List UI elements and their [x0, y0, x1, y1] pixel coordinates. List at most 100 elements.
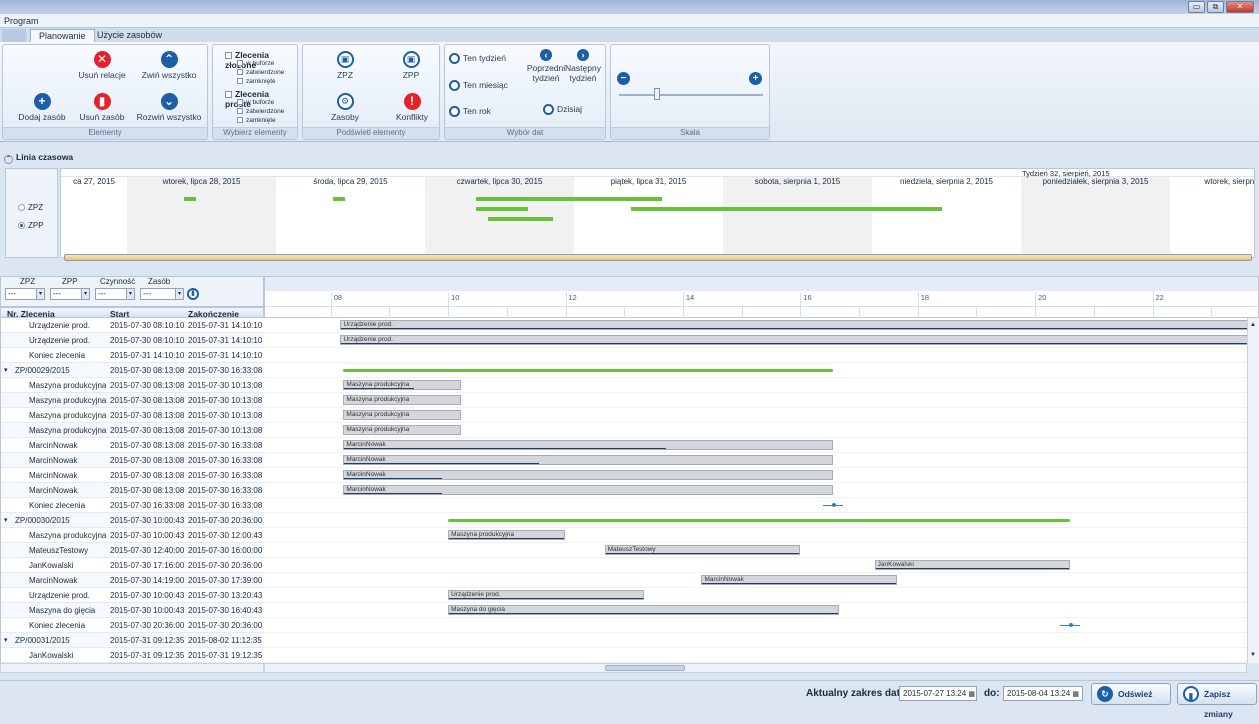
timeline-bar[interactable] [631, 207, 942, 211]
gantt-task-bar[interactable]: MarcinNowak [343, 455, 833, 465]
gantt-task-bar[interactable]: Maszyna do gięcia [448, 605, 840, 615]
gantt-task-bar[interactable]: Maszyna produkcyjna [448, 530, 566, 540]
timeline-bar[interactable] [333, 197, 345, 201]
calendar-icon[interactable]: ▦ [968, 691, 975, 698]
gantt-task-bar[interactable]: MarcinNowak [701, 575, 898, 585]
gantt-milestone[interactable] [1060, 623, 1081, 627]
table-row[interactable]: Maszyna produkcyjna 2015-07-30 08:13:08 20… [1, 423, 265, 438]
gantt-summary-bar[interactable] [343, 369, 833, 372]
timeline-bar[interactable] [184, 197, 196, 201]
table-row[interactable]: Maszyna produkcyjna 2015-07-30 08:13:08 20… [1, 408, 265, 423]
delete-relations-button[interactable]: ✕ Usuń relacje [77, 51, 127, 80]
table-row[interactable]: MarcinNowak 2015-07-30 14:19:00 2015-07-30… [1, 573, 265, 588]
clear-filter-icon[interactable]: ▮ [187, 288, 199, 300]
filter-zasob-select[interactable]: --- ▾ [140, 288, 184, 300]
save-changes-button[interactable]: ▮ Zapisz zmiany [1177, 683, 1257, 719]
checkbox-zlozone-zamkniete[interactable]: zamknięte [237, 78, 276, 85]
zoom-in-icon[interactable]: + [749, 72, 762, 85]
delete-resource-button[interactable]: ▮ Usuń zasób [77, 93, 127, 122]
date-to-input[interactable]: 2015-08-04 13:24 ▦ [1003, 686, 1083, 701]
highlight-resources-button[interactable]: ⚙ Zasoby [323, 93, 367, 122]
gantt-task-bar[interactable]: Maszyna produkcyjna [343, 425, 461, 435]
scale-slider-thumb[interactable] [653, 88, 660, 100]
checkbox-zlozone-w-buforze[interactable]: w buforze [237, 60, 274, 67]
timeline-bar[interactable] [476, 207, 528, 211]
timeline-bar[interactable] [488, 217, 553, 221]
table-row[interactable]: ▾ ZP/00031/2015 2015-07-31 09:12:35 2015-0… [1, 633, 265, 648]
gantt-horizontal-scrollbar[interactable] [264, 663, 1247, 673]
gantt-body[interactable]: Urządzenie prod. Urządzenie prod. Maszyna … [264, 318, 1247, 663]
table-row[interactable]: Maszyna do gięcia 2015-07-30 10:00:43 2015… [1, 603, 265, 618]
expand-toggle-icon[interactable]: ▾ [4, 363, 8, 378]
radio-zpp[interactable]: ZPP [18, 221, 44, 230]
timeline-bar[interactable] [476, 197, 662, 201]
table-row[interactable]: JanKowalski 2015-07-30 17:16:00 2015-07-30… [1, 558, 265, 573]
gantt-summary-bar[interactable] [448, 519, 1071, 522]
table-row[interactable]: Koniec zlecenia 2015-07-30 20:36:00 2015-0… [1, 618, 265, 633]
gantt-task-bar[interactable]: JanKowalski [874, 560, 1071, 570]
next-week-button[interactable]: › Następny tydzień [561, 49, 605, 83]
this-month-button[interactable]: Ten miesiąc [449, 80, 508, 92]
this-week-button[interactable]: Ten tydzień [449, 53, 506, 65]
today-button[interactable]: Dzisiaj [543, 104, 582, 116]
restore-button[interactable]: ⧉ [1207, 1, 1224, 13]
add-resource-button[interactable]: + Dodaj zasób [17, 93, 67, 122]
table-row[interactable]: MarcinNowak 2015-07-30 08:13:08 2015-07-30… [1, 483, 265, 498]
expand-toggle-icon[interactable]: ▾ [4, 633, 8, 648]
table-row[interactable]: ▾ ZP/00029/2015 2015-07-30 08:13:08 2015-0… [1, 363, 265, 378]
checkbox-proste-w-buforze[interactable]: w buforze [237, 99, 274, 106]
table-row[interactable]: MarcinNowak 2015-07-30 08:13:08 2015-07-30… [1, 438, 265, 453]
gantt-task-bar[interactable]: Maszyna produkcyjna [343, 410, 461, 420]
refresh-button[interactable]: ↻ Odśwież [1091, 683, 1171, 705]
checkbox-proste-zatwierdzone[interactable]: zatwierdzone [237, 108, 284, 115]
highlight-conflicts-button[interactable]: ! Konflikty [389, 93, 435, 122]
gantt-task-bar[interactable]: MarcinNowak [343, 470, 833, 480]
menu-program[interactable]: Program [4, 16, 39, 26]
timeline-scrollbar[interactable] [64, 254, 1252, 261]
table-row[interactable]: Maszyna produkcyjna 2015-07-30 10:00:43 20… [1, 528, 265, 543]
gantt-task-bar[interactable]: Maszyna produkcyjna [343, 395, 461, 405]
gantt-task-bar[interactable]: Urządzenie prod. [340, 320, 1247, 330]
scroll-down-icon[interactable]: ▼ [1250, 652, 1256, 658]
table-row[interactable]: Koniec zlecenia 2015-07-31 14:10:10 2015-0… [1, 348, 265, 363]
gantt-milestone[interactable] [822, 503, 843, 507]
gantt-task-bar[interactable]: MarcinNowak [343, 485, 833, 495]
highlight-zpp-button[interactable]: ▣ ZPP [389, 51, 433, 80]
this-year-button[interactable]: Ten rok [449, 106, 491, 118]
grid-horizontal-scrollbar[interactable] [0, 663, 264, 673]
app-menu-tab[interactable] [2, 29, 26, 42]
filter-czynnosc-select[interactable]: --- ▾ [95, 288, 135, 300]
zoom-out-icon[interactable]: − [617, 72, 630, 85]
table-row[interactable]: Maszyna produkcyjna 2015-07-30 08:13:08 20… [1, 393, 265, 408]
gantt-task-bar[interactable]: MateuszTestowy [604, 545, 801, 555]
highlight-zpz-button[interactable]: ▣ ZPZ [323, 51, 367, 80]
table-row[interactable]: JanKowalski 2015-07-31 09:12:35 2015-07-31… [1, 648, 265, 663]
gantt-task-bar[interactable]: Urządzenie prod. [340, 335, 1247, 345]
checkbox-zlozone-zatwierdzone[interactable]: zatwierdzone [237, 69, 284, 76]
tab-planowanie[interactable]: Planowanie [30, 29, 95, 42]
date-from-input[interactable]: 2015-07-27 13:24 ▦ [899, 686, 977, 701]
table-row[interactable]: Urządzenie prod. 2015-07-30 08:10:10 2015-… [1, 318, 265, 333]
expand-toggle-icon[interactable]: ▾ [4, 513, 8, 528]
checkbox-proste-zamkniete[interactable]: zamknięte [237, 117, 276, 124]
close-button[interactable]: ✕ [1226, 1, 1254, 13]
minimize-button[interactable]: ▭ [1188, 1, 1205, 13]
calendar-icon[interactable]: ▦ [1072, 691, 1079, 698]
radio-zpz[interactable]: ZPZ [18, 203, 43, 212]
table-row[interactable]: MateuszTestowy 2015-07-30 12:40:00 2015-07… [1, 543, 265, 558]
table-row[interactable]: Urządzenie prod. 2015-07-30 08:10:10 2015-… [1, 333, 265, 348]
table-row[interactable]: Urządzenie prod. 2015-07-30 10:00:43 2015-… [1, 588, 265, 603]
gantt-task-bar[interactable]: Urządzenie prod. [448, 590, 644, 600]
filter-zpz-select[interactable]: --- ▾ [5, 288, 45, 300]
filter-zpp-select[interactable]: --- ▾ [50, 288, 90, 300]
table-row[interactable]: Maszyna produkcyjna 2015-07-30 08:13:08 20… [1, 378, 265, 393]
expand-all-button[interactable]: ⌄ Rozwiń wszystko [135, 93, 203, 122]
vertical-scrollbar[interactable]: ▲ ▼ [1247, 318, 1259, 663]
collapse-all-button[interactable]: ⌃ Zwiń wszystko [139, 51, 199, 80]
scroll-up-icon[interactable]: ▲ [1250, 322, 1256, 328]
gantt-scroll-thumb[interactable] [605, 665, 685, 671]
table-row[interactable]: Koniec zlecenia 2015-07-30 16:33:08 2015-0… [1, 498, 265, 513]
gantt-task-bar[interactable]: Maszyna produkcyjna [343, 380, 461, 390]
table-row[interactable]: MarcinNowak 2015-07-30 08:13:08 2015-07-30… [1, 468, 265, 483]
table-row[interactable]: ▾ ZP/00030/2015 2015-07-30 10:00:43 2015-0… [1, 513, 265, 528]
